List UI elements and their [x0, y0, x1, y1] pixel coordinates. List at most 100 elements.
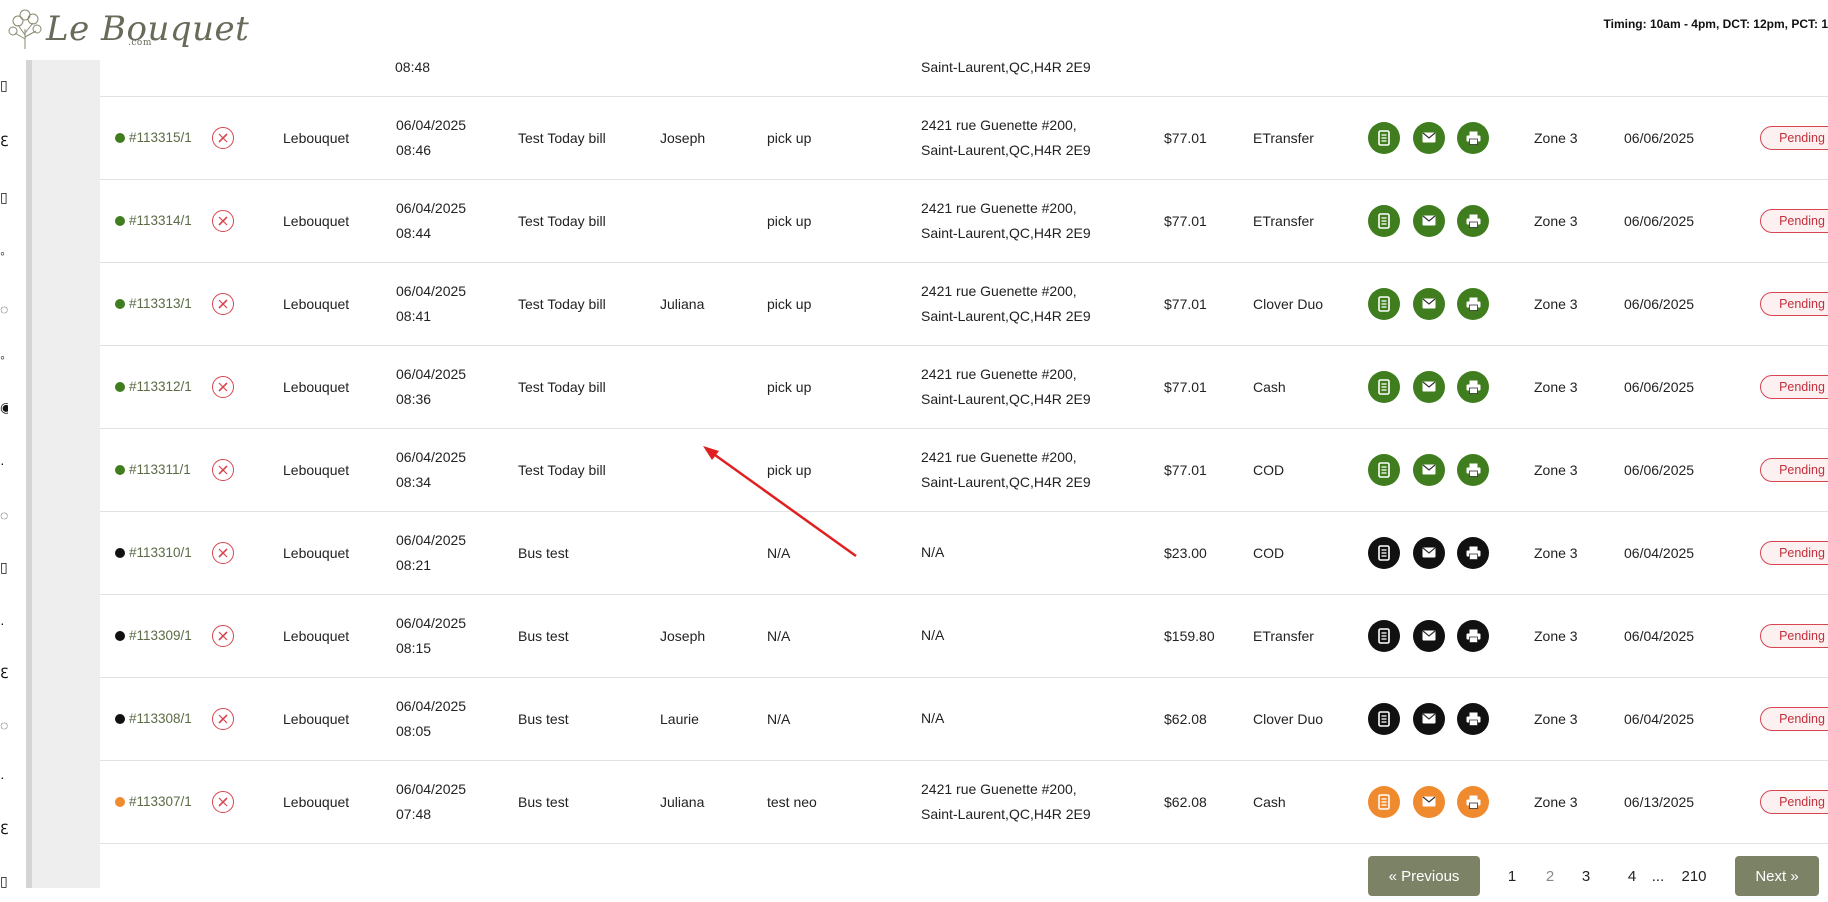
delivery-address: 2421 rue Guenette #200, Saint-Laurent,QC… — [921, 179, 1091, 262]
page-2-button[interactable]: 2 — [1535, 856, 1565, 896]
sidebar-icon[interactable]: ◌ — [0, 302, 8, 316]
invoice-icon[interactable] — [1368, 620, 1400, 652]
invoice-icon[interactable] — [1368, 537, 1400, 569]
invoice-icon[interactable] — [1368, 454, 1400, 486]
print-icon[interactable] — [1457, 371, 1489, 403]
print-icon[interactable] — [1457, 288, 1489, 320]
sidebar-icon[interactable]: ▯ — [0, 560, 8, 574]
invoice-icon[interactable] — [1368, 786, 1400, 818]
order-number-link[interactable]: #113314/1 — [129, 213, 192, 228]
delivery-method: pick up — [767, 179, 811, 262]
sidebar-icon[interactable]: ◉ — [0, 400, 8, 414]
sidebar-icon[interactable]: · — [0, 770, 8, 784]
sidebar-icon[interactable]: ◦ — [0, 350, 8, 364]
print-icon[interactable] — [1457, 620, 1489, 652]
status-badge[interactable]: Pending — [1760, 707, 1828, 731]
order-number-link[interactable]: #113313/1 — [129, 296, 192, 311]
address-line1: 2421 rue Guenette #200, — [921, 196, 1077, 221]
email-icon[interactable] — [1413, 620, 1445, 652]
address-line1: 2421 rue Guenette #200, — [921, 445, 1077, 470]
address-line2: Saint-Laurent,QC,H4R 2E9 — [921, 387, 1091, 412]
no-edit-icon[interactable] — [212, 127, 234, 149]
print-icon[interactable] — [1457, 454, 1489, 486]
page-last-button[interactable]: 210 — [1673, 856, 1715, 896]
invoice-icon[interactable] — [1368, 288, 1400, 320]
page-1-button[interactable]: 1 — [1497, 856, 1527, 896]
email-icon[interactable] — [1413, 703, 1445, 735]
status-badge[interactable]: Pending — [1760, 292, 1828, 316]
delivery-zone: Zone 3 — [1534, 179, 1578, 262]
sidebar-icon[interactable]: ◦ — [0, 246, 8, 260]
invoice-icon[interactable] — [1368, 371, 1400, 403]
no-edit-icon[interactable] — [212, 708, 234, 730]
due-date: 06/06/2025 — [1624, 428, 1694, 511]
sidebar-icon[interactable]: ℇ — [0, 134, 8, 148]
brand-logo[interactable]: Le Bouquet .com — [6, 2, 249, 56]
no-edit-icon[interactable] — [212, 210, 234, 232]
order-number-link[interactable]: #113308/1 — [129, 711, 192, 726]
table-row[interactable]: #113309/1 Lebouquet 06/04/2025 08:15 Bus… — [100, 594, 1828, 678]
table-row[interactable]: #113313/1 Lebouquet 06/04/2025 08:41 Tes… — [100, 262, 1828, 346]
email-icon[interactable] — [1413, 122, 1445, 154]
sidebar-icon[interactable]: ▯ — [0, 78, 8, 92]
sidebar-icon[interactable]: ◌ — [0, 508, 8, 522]
no-edit-icon[interactable] — [212, 791, 234, 813]
print-icon[interactable] — [1457, 703, 1489, 735]
no-edit-icon[interactable] — [212, 376, 234, 398]
order-number-link[interactable]: #113307/1 — [129, 794, 192, 809]
sidebar-icon[interactable]: ◌ — [0, 718, 8, 732]
order-number-link[interactable]: #113311/1 — [129, 462, 191, 477]
order-type: Test Today bill — [518, 96, 606, 179]
order-number-link[interactable]: #113310/1 — [129, 545, 192, 560]
payment-method: ETransfer — [1253, 179, 1314, 262]
email-icon[interactable] — [1413, 454, 1445, 486]
status-badge[interactable]: Pending — [1760, 375, 1828, 399]
status-badge[interactable]: Pending — [1760, 624, 1828, 648]
page-3-button[interactable]: 3 — [1571, 856, 1601, 896]
table-row[interactable]: #113310/1 Lebouquet 06/04/2025 08:21 Bus… — [100, 511, 1828, 595]
print-icon[interactable] — [1457, 122, 1489, 154]
print-icon[interactable] — [1457, 537, 1489, 569]
email-icon[interactable] — [1413, 371, 1445, 403]
status-badge[interactable]: Pending — [1760, 790, 1828, 814]
invoice-icon[interactable] — [1368, 122, 1400, 154]
next-page-button[interactable]: Next » — [1735, 856, 1819, 896]
order-number-link[interactable]: #113312/1 — [129, 379, 192, 394]
delivery-method: test neo — [767, 760, 817, 843]
no-edit-icon[interactable] — [212, 542, 234, 564]
status-badge[interactable]: Pending — [1760, 541, 1828, 565]
invoice-icon[interactable] — [1368, 703, 1400, 735]
sidebar-icon[interactable]: ▯ — [0, 190, 8, 204]
print-icon[interactable] — [1457, 786, 1489, 818]
table-row[interactable]: #113308/1 Lebouquet 06/04/2025 08:05 Bus… — [100, 677, 1828, 761]
page-4-button[interactable]: 4 — [1617, 856, 1647, 896]
no-edit-icon[interactable] — [212, 293, 234, 315]
email-icon[interactable] — [1413, 288, 1445, 320]
order-time: 08:41 — [396, 304, 431, 329]
sidebar-icon[interactable]: · — [0, 616, 8, 630]
order-number-link[interactable]: #113309/1 — [129, 628, 192, 643]
status-badge[interactable]: Pending — [1760, 126, 1828, 150]
email-icon[interactable] — [1413, 786, 1445, 818]
no-edit-icon[interactable] — [212, 459, 234, 481]
order-number-link[interactable]: #113315/1 — [129, 130, 192, 145]
status-badge[interactable]: Pending — [1760, 209, 1828, 233]
order-date: 06/04/2025 — [396, 196, 466, 221]
table-row[interactable]: #113315/1 Lebouquet 06/04/2025 08:46 Tes… — [100, 96, 1828, 180]
table-row[interactable]: #113314/1 Lebouquet 06/04/2025 08:44 Tes… — [100, 179, 1828, 263]
status-badge[interactable]: Pending — [1760, 458, 1828, 482]
store-name: Lebouquet — [283, 345, 349, 428]
print-icon[interactable] — [1457, 205, 1489, 237]
sidebar-icon[interactable]: · — [0, 456, 8, 470]
brand-domain: .com — [128, 38, 152, 48]
table-row[interactable]: #113312/1 Lebouquet 06/04/2025 08:36 Tes… — [100, 345, 1828, 429]
table-row[interactable]: #113311/1 Lebouquet 06/04/2025 08:34 Tes… — [100, 428, 1828, 512]
invoice-icon[interactable] — [1368, 205, 1400, 237]
previous-page-button[interactable]: « Previous — [1368, 856, 1480, 896]
no-edit-icon[interactable] — [212, 625, 234, 647]
sidebar-icon[interactable]: ℇ — [0, 822, 8, 836]
email-icon[interactable] — [1413, 537, 1445, 569]
table-row[interactable]: #113307/1 Lebouquet 06/04/2025 07:48 Bus… — [100, 760, 1828, 844]
email-icon[interactable] — [1413, 205, 1445, 237]
sidebar-icon[interactable]: ℇ — [0, 666, 8, 680]
